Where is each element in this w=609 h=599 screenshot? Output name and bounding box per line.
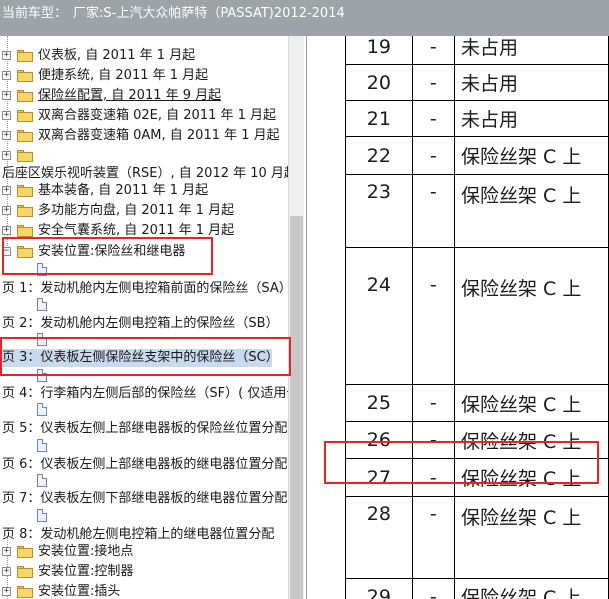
annotation-highlight-box: [324, 441, 599, 484]
tree-page-label: 页 1：发动机舱内左侧电控箱前面的保险丝（SA）: [2, 281, 288, 296]
slot-description: 未占用: [453, 100, 609, 137]
slot-number: 29: [345, 578, 413, 599]
rating: -: [411, 174, 455, 248]
table-row: 28 - 保险丝架 C 上: [345, 496, 609, 579]
slot-description: 未占用: [453, 64, 609, 101]
tree-page-label: 页 6：仪表板左侧上部继电器板的继电器位置分配: [2, 457, 288, 472]
current-model-bar: 当前车型： 厂家:S-上汽大众帕萨特（PASSAT)2012-2014: [0, 0, 609, 36]
tree-item-label: 多功能方向盘, 自 2011 年 1 月起: [38, 203, 235, 218]
tree-item-label: 基本装备, 自 2011 年 1 月起: [38, 183, 209, 198]
expand-icon[interactable]: +: [2, 131, 11, 140]
tree-item-label: 安装位置:控制器: [38, 564, 134, 579]
slot-description: 保险丝架 C 上: [453, 496, 609, 579]
folder-icon: [17, 50, 33, 62]
document-tree: + 仪表板, 自 2011 年 1 月起 + 便捷系统, 自 2011 年 1 …: [0, 36, 288, 599]
table-row: 19 - 未占用: [345, 36, 609, 65]
page-icon: [37, 474, 47, 487]
tree-item-label: 仪表板, 自 2011 年 1 月起: [38, 48, 196, 63]
document-view: 19 - 未占用 20 - 未占用 21 - 未占用 22 - 保险丝架 C 上…: [306, 36, 609, 599]
expand-icon[interactable]: +: [2, 587, 11, 596]
slot-description: 保险丝架 C 上: [453, 174, 609, 248]
tree-item-label: 安装位置:插头: [38, 584, 121, 599]
slot-description: 保险丝架 C 上: [453, 247, 609, 385]
expand-icon[interactable]: +: [2, 91, 11, 100]
folder-icon: [17, 566, 33, 578]
expand-icon[interactable]: +: [2, 567, 11, 576]
rating: -: [411, 64, 455, 101]
folder-icon: [17, 205, 33, 217]
slot-description: 保险丝架 C 上: [453, 136, 609, 175]
slot-number: 19: [345, 36, 413, 65]
table-row: 20 - 未占用: [345, 64, 609, 101]
expand-icon[interactable]: +: [2, 111, 11, 120]
slot-number: 22: [345, 136, 413, 175]
slot-number: 20: [345, 64, 413, 101]
slot-description: 保险丝架 C 上: [453, 578, 609, 599]
current-model-value: 厂家:S-上汽大众帕萨特（PASSAT)2012-2014: [73, 6, 345, 21]
expand-icon[interactable]: +: [2, 51, 11, 60]
tree-scrollbar[interactable]: [288, 36, 304, 599]
folder-icon: [17, 130, 33, 142]
tree-page-label: 页 7：仪表板左侧下部继电器板的继电器位置分配: [2, 491, 288, 506]
table-row: 29 - 保险丝架 C 上: [345, 578, 609, 599]
tree-item-label: 双离合器变速箱 02E, 自 2011 年 1 月起: [38, 108, 277, 123]
annotation-highlight-box: [0, 337, 291, 376]
table-row: 24 - 保险丝架 C 上: [345, 247, 609, 385]
tree-item-label: 便捷系统, 自 2011 年 1 月起: [38, 68, 209, 83]
page-icon: [37, 509, 47, 522]
folder-icon: [17, 225, 33, 237]
tree-page-label: 页 4：行李箱内左侧后部的保险丝（SF）( 仅适用于: [2, 386, 288, 401]
rating: -: [411, 100, 455, 137]
folder-icon: [17, 70, 33, 82]
table-row: 23 - 保险丝架 C 上: [345, 174, 609, 248]
tree-page-label: 页 8：发动机舱左侧电控箱上的继电器位置分配: [2, 527, 275, 542]
slot-number: 23: [345, 174, 413, 248]
expand-icon[interactable]: +: [2, 206, 11, 215]
rating: -: [411, 578, 455, 599]
page-icon: [37, 298, 47, 311]
current-model-label: 当前车型：: [2, 6, 68, 21]
folder-icon: [17, 185, 33, 197]
folder-icon: [17, 546, 33, 558]
table-row: 25 - 保险丝架 C 上: [345, 384, 609, 422]
expand-icon[interactable]: +: [2, 547, 11, 556]
tree-item-label: 后座区娱乐视听装置（RSE）, 自 2012 年 10 月起: [2, 166, 288, 181]
tree-guide-line: [7, 36, 8, 250]
tree-item-label: 安装位置:接地点: [38, 544, 134, 559]
rating: -: [411, 384, 455, 422]
tree-item-label: 双离合器变速箱 0AM, 自 2011 年 1 月起: [38, 128, 280, 143]
slot-number: 21: [345, 100, 413, 137]
rating: -: [411, 496, 455, 579]
expand-icon[interactable]: +: [2, 151, 11, 160]
slot-number: 25: [345, 384, 413, 422]
folder-icon: [17, 150, 33, 162]
expand-icon[interactable]: +: [2, 186, 11, 195]
annotation-highlight-box: [2, 237, 213, 275]
tree-page-label: 页 5：仪表板左侧上部继电器板的保险丝位置分配: [2, 421, 288, 436]
slot-number: 24: [345, 247, 413, 385]
folder-icon: [17, 90, 33, 102]
slot-description: 保险丝架 C 上: [453, 384, 609, 422]
folder-icon: [17, 110, 33, 122]
slot-description: 未占用: [453, 36, 609, 65]
app-window: 当前车型： 厂家:S-上汽大众帕萨特（PASSAT)2012-2014 + 仪表板…: [0, 0, 609, 599]
scrollbar-thumb[interactable]: [290, 216, 303, 599]
fuse-table: 19 - 未占用 20 - 未占用 21 - 未占用 22 - 保险丝架 C 上…: [345, 36, 609, 599]
tree-item-label: 保险丝配置, 自 2011 年 9 月起: [38, 88, 222, 103]
rating: -: [411, 247, 455, 385]
slot-number: 28: [345, 496, 413, 579]
expand-icon[interactable]: +: [2, 71, 11, 80]
page-icon: [37, 439, 47, 452]
rating: -: [411, 136, 455, 175]
tree-page-label: 页 2：发动机舱内左侧电控箱上的保险丝（SB）: [2, 316, 279, 331]
table-row: 22 - 保险丝架 C 上: [345, 136, 609, 175]
folder-icon: [17, 586, 33, 598]
page-icon: [37, 403, 47, 416]
rating: -: [411, 36, 455, 65]
expand-icon[interactable]: +: [2, 226, 11, 235]
table-row: 21 - 未占用: [345, 100, 609, 137]
